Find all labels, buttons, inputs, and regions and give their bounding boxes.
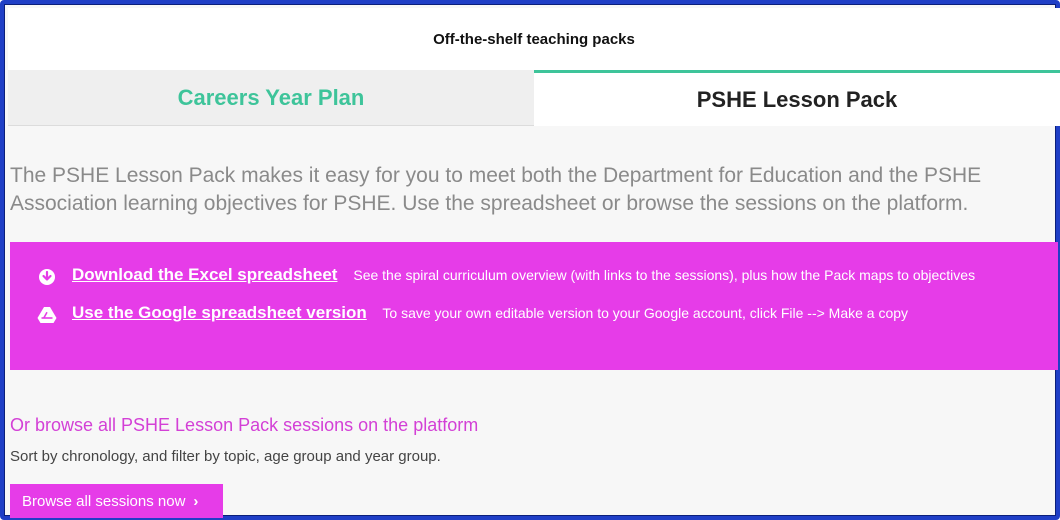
chevron-right-icon: › [193,492,199,510]
resource-description: See the spiral curriculum overview (with… [353,267,976,283]
header: Off-the-shelf teaching packs [8,8,1060,70]
download-excel-link[interactable]: Download the Excel spreadsheet [72,265,337,284]
resource-row-excel: Download the Excel spreadsheet See the s… [36,264,1032,288]
tab-pshe-lesson-pack[interactable]: PSHE Lesson Pack [534,70,1060,126]
browse-button-label: Browse all sessions now [22,492,186,510]
intro-paragraph: The PSHE Lesson Pack makes it easy for y… [10,164,982,215]
resource-description: To save your own editable version to you… [382,305,909,321]
page-title: Off-the-shelf teaching packs [433,30,635,48]
frame: Off-the-shelf teaching packs Careers Yea… [0,0,1060,520]
google-spreadsheet-link[interactable]: Use the Google spreadsheet version [72,303,367,322]
download-icon [36,266,58,288]
resource-text: Use the Google spreadsheet version To sa… [72,302,908,324]
resource-row-google: Use the Google spreadsheet version To sa… [36,302,1032,326]
browse-heading: Or browse all PSHE Lesson Pack sessions … [10,415,479,435]
browse-subtitle: Sort by chronology, and filter by topic,… [10,448,441,465]
resources-panel: Download the Excel spreadsheet See the s… [10,242,1058,370]
browse-sessions-button[interactable]: Browse all sessions now › [10,484,223,518]
resource-text: Download the Excel spreadsheet See the s… [72,264,975,286]
tab-careers-year-plan[interactable]: Careers Year Plan [8,70,534,126]
tab-bar: Careers Year Plan PSHE Lesson Pack [8,70,1060,126]
google-drive-icon [36,304,58,326]
